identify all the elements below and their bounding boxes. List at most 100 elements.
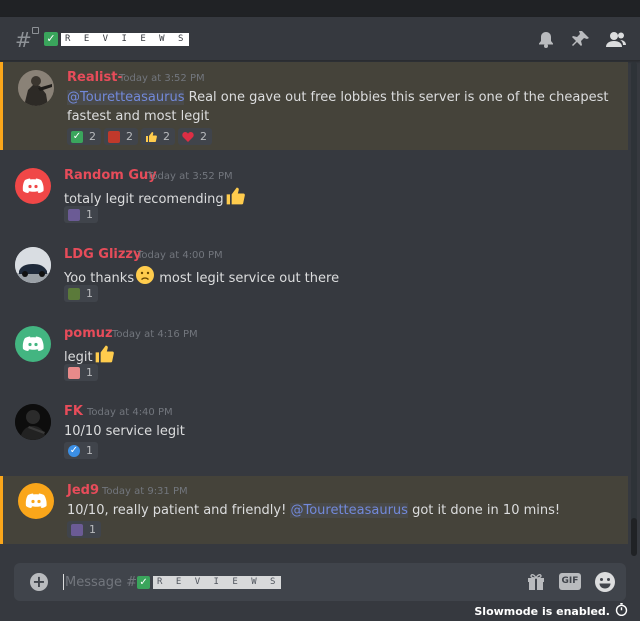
username[interactable]: LDG Glizzy bbox=[64, 247, 141, 262]
reaction-bar: 1 bbox=[64, 206, 98, 223]
message-text: Real one gave out free lobbies this serv… bbox=[184, 90, 609, 105]
custom-emoji-icon bbox=[68, 287, 80, 300]
verified-check-icon: ✓ bbox=[68, 444, 80, 457]
lock-icon bbox=[32, 27, 39, 34]
username[interactable]: FK bbox=[64, 404, 83, 419]
timestamp: Today at 4:00 PM bbox=[137, 250, 223, 261]
message-item: FK Today at 4:40 PM 10/10 service legit … bbox=[0, 396, 628, 466]
check-mark-icon: ✓ bbox=[137, 575, 151, 589]
reaction-count: 1 bbox=[86, 208, 93, 221]
message-text: totaly legit recomending bbox=[64, 192, 224, 207]
message-item: Jed9 Today at 9:31 PM 10/10, really pati… bbox=[0, 476, 628, 544]
members-icon[interactable] bbox=[606, 29, 626, 49]
message-input[interactable]: Message # ✓ R E V I E W S bbox=[63, 573, 282, 591]
message-content: 10/10, really patient and friendly! @Tou… bbox=[67, 501, 560, 520]
message-text-continued: got it done in 10 mins! bbox=[407, 503, 561, 518]
scrollbar-track[interactable] bbox=[631, 62, 637, 548]
custom-emoji-icon bbox=[71, 523, 83, 536]
thumbs-up-icon bbox=[145, 131, 157, 143]
gif-button[interactable]: GIF bbox=[559, 573, 581, 590]
message-item: Realist- Today at 3:52 PM @Touretteasaur… bbox=[0, 62, 628, 150]
reaction-custom[interactable]: 2 bbox=[104, 128, 138, 145]
text-caret bbox=[63, 574, 64, 590]
avatar[interactable] bbox=[18, 70, 54, 106]
message-text: 10/10 service legit bbox=[64, 424, 185, 439]
stopwatch-icon bbox=[615, 603, 628, 619]
worried-face-icon bbox=[135, 265, 155, 291]
placeholder-prefix: Message # bbox=[65, 574, 138, 590]
reaction-bar: 1 bbox=[64, 285, 98, 302]
custom-emoji-icon bbox=[108, 130, 120, 143]
gift-icon[interactable] bbox=[526, 572, 546, 592]
message-text: Yoo thanks bbox=[64, 271, 135, 286]
reaction-bar: ✓ 1 bbox=[64, 442, 98, 459]
custom-emoji-icon bbox=[68, 208, 80, 221]
message-list[interactable]: Realist- Today at 3:52 PM @Touretteasaur… bbox=[0, 62, 628, 548]
reaction-thumbs-up[interactable]: 2 bbox=[141, 128, 175, 145]
slowmode-text: Slowmode is enabled. bbox=[474, 604, 610, 618]
avatar[interactable] bbox=[15, 404, 51, 440]
emoji-picker-icon[interactable] bbox=[594, 571, 616, 593]
username[interactable]: Realist- bbox=[67, 70, 123, 85]
upload-plus-icon[interactable]: + bbox=[30, 573, 48, 591]
thumbs-up-icon bbox=[225, 186, 245, 212]
scrollbar-thumb[interactable] bbox=[631, 518, 637, 556]
message-item: pomuz Today at 4:16 PM legit 1 bbox=[0, 318, 628, 388]
message-content: @Touretteasaurus Real one gave out free … bbox=[67, 88, 609, 126]
window-top-strip bbox=[0, 0, 640, 17]
username[interactable]: Random Guy bbox=[64, 168, 157, 183]
message-item: Random Guy Today at 3:52 PM totaly legit… bbox=[0, 160, 628, 230]
message-text-line2: fastest and most legit bbox=[67, 109, 210, 124]
bell-icon[interactable] bbox=[536, 29, 556, 49]
timestamp: Today at 3:52 PM bbox=[147, 171, 233, 182]
reaction-bar: ✓ 2 2 2 2 bbox=[67, 128, 212, 145]
user-mention[interactable]: @Touretteasaurus bbox=[290, 503, 408, 518]
reaction-custom[interactable]: 1 bbox=[64, 285, 98, 302]
timestamp: Today at 4:16 PM bbox=[112, 329, 198, 340]
reaction-bar: 1 bbox=[64, 364, 98, 381]
white-check-mark-icon: ✓ bbox=[71, 130, 83, 143]
pin-icon[interactable] bbox=[571, 29, 591, 49]
red-heart-icon bbox=[182, 131, 194, 143]
reaction-check[interactable]: ✓ 2 bbox=[67, 128, 101, 145]
username[interactable]: pomuz bbox=[64, 326, 113, 341]
reaction-custom[interactable]: 1 bbox=[64, 206, 98, 223]
channel-header: # ✓ R E V I E W S bbox=[0, 17, 640, 61]
reaction-count: 1 bbox=[86, 444, 93, 457]
avatar[interactable] bbox=[15, 247, 51, 283]
reaction-count: 1 bbox=[86, 287, 93, 300]
message-text: legit bbox=[64, 350, 93, 365]
slowmode-indicator: Slowmode is enabled. bbox=[474, 603, 628, 619]
message-text-continued: most legit service out there bbox=[155, 271, 340, 286]
message-content: 10/10 service legit bbox=[64, 422, 185, 441]
timestamp: Today at 3:52 PM bbox=[119, 73, 205, 84]
timestamp: Today at 9:31 PM bbox=[102, 486, 188, 497]
channel-name: ✓ R E V I E W S bbox=[44, 31, 190, 47]
message-item: LDG Glizzy Today at 4:00 PM Yoo thanks m… bbox=[0, 239, 628, 309]
reaction-count: 1 bbox=[86, 366, 93, 379]
reaction-count: 2 bbox=[89, 130, 96, 143]
avatar[interactable] bbox=[18, 483, 54, 519]
user-mention[interactable]: @Touretteasaurus bbox=[67, 90, 185, 105]
text-channel-locked-icon: # bbox=[15, 27, 39, 51]
message-text: 10/10, really patient and friendly! bbox=[67, 503, 291, 518]
reaction-count: 2 bbox=[163, 130, 170, 143]
username[interactable]: Jed9 bbox=[67, 483, 99, 498]
message-composer[interactable]: + Message # ✓ R E V I E W S GIF bbox=[14, 563, 626, 601]
reaction-count: 1 bbox=[89, 523, 96, 536]
timestamp: Today at 4:40 PM bbox=[87, 407, 173, 418]
check-mark-icon: ✓ bbox=[44, 32, 58, 46]
avatar[interactable] bbox=[15, 168, 51, 204]
reaction-count: 2 bbox=[200, 130, 207, 143]
reaction-verified[interactable]: ✓ 1 bbox=[64, 442, 98, 459]
custom-emoji-icon bbox=[68, 366, 80, 379]
channel-name-text: R E V I E W S bbox=[61, 32, 190, 46]
reaction-custom[interactable]: 1 bbox=[67, 521, 101, 538]
reaction-bar: 1 bbox=[67, 521, 101, 538]
placeholder-channel: R E V I E W S bbox=[153, 575, 282, 589]
message-content: Yoo thanks most legit service out there bbox=[64, 265, 339, 291]
reaction-custom[interactable]: 1 bbox=[64, 364, 98, 381]
reaction-heart[interactable]: 2 bbox=[178, 128, 212, 145]
avatar[interactable] bbox=[15, 326, 51, 362]
reaction-count: 2 bbox=[126, 130, 133, 143]
